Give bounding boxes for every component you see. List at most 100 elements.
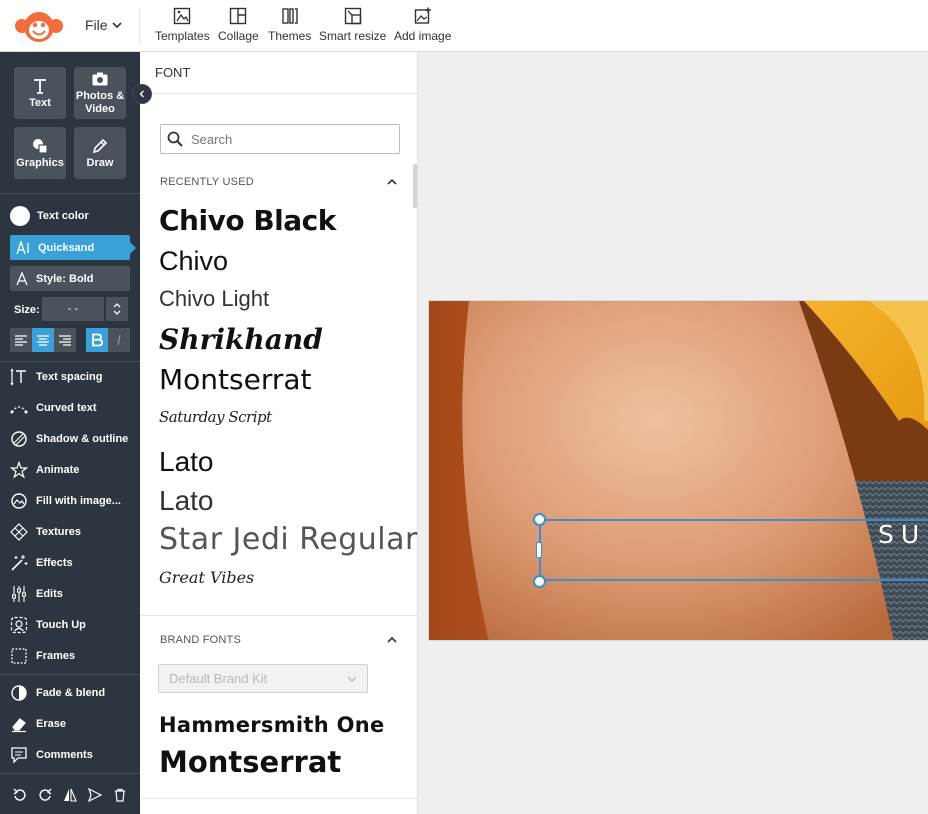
font-style-label: Style: Bold [36,272,94,285]
text-spacing-icon [10,368,26,386]
font-option-chivo-light[interactable]: Chivo Light [159,288,269,310]
add-image-button[interactable]: Add image [394,7,451,43]
font-option-chivo-black[interactable]: Chivo Black [159,207,336,235]
animate-label: Animate [36,464,80,476]
comments-button[interactable]: Comments [10,743,93,767]
trash-icon[interactable] [113,788,127,802]
effects-button[interactable]: Effects [10,551,73,575]
font-panel: FONT RECENTLY USED Chivo Black Chivo Chi… [140,52,418,814]
font-option-lato[interactable]: Lato [159,448,214,476]
draw-button[interactable]: Draw [74,127,126,179]
touch-up-icon [10,616,28,634]
undo-icon[interactable] [13,788,27,802]
font-icon [16,240,29,254]
flip-icon[interactable] [63,788,77,802]
font-style-button[interactable]: Style: Bold [10,266,130,291]
photos-video-label: Photos & Video [75,90,125,115]
top-toolbar: File Templates Collage Themes Smart resi… [0,0,928,52]
font-option-shrikhand[interactable]: Shrikhand [159,326,323,354]
graphics-label: Graphics [16,156,64,169]
font-selector-button[interactable]: Quicksand [10,235,136,260]
add-image-label: Add image [394,29,452,43]
themes-button[interactable]: Themes [268,7,311,43]
resize-handle-top-left[interactable] [533,513,546,526]
templates-label: Templates [155,29,210,43]
erase-button[interactable]: Erase [10,712,66,736]
brand-fonts-heading: BRAND FONTS [160,634,242,646]
font-option-lato-light[interactable]: Lato [159,487,214,515]
smart-resize-button[interactable]: Smart resize [319,7,386,43]
frames-button[interactable]: Frames [10,644,75,668]
font-option-chivo[interactable]: Chivo [159,248,228,275]
curved-text-button[interactable]: Curved text [10,396,97,420]
size-stepper[interactable] [106,297,128,321]
fill-with-image-button[interactable]: Fill with image... [10,489,121,513]
animate-button[interactable]: Animate [10,458,79,482]
font-option-star-jedi[interactable]: Star Jedi Regular [159,525,418,555]
font-option-hammersmith-one[interactable]: Hammersmith One [159,715,385,736]
shadow-outline-button[interactable]: Shadow & outline [10,427,128,451]
redo-icon[interactable] [38,788,52,802]
italic-button[interactable] [108,328,130,352]
chevron-up-icon[interactable] [386,634,398,646]
font-option-great-vibes[interactable]: Great Vibes [159,570,254,586]
draw-icon [92,138,108,153]
font-option-montserrat-brand[interactable]: Montserrat [159,748,341,777]
bold-icon [92,333,103,347]
collapse-panel-button[interactable] [132,84,152,104]
frames-label: Frames [36,650,76,662]
animate-icon [10,461,28,479]
fade-blend-button[interactable]: Fade & blend [10,681,105,705]
align-left-button[interactable] [10,328,32,352]
panel-divider [140,798,418,799]
templates-button[interactable]: Templates [155,7,210,43]
collage-button[interactable]: Collage [218,7,259,43]
left-sidebar: Text Photos & Video Graphics Draw Text c… [0,52,140,814]
text-tool-label: Text [29,96,51,109]
file-menu-label: File [85,17,108,33]
canvas-text-layer[interactable]: SU [878,520,926,549]
font-option-montserrat[interactable]: Montserrat [159,366,312,394]
photos-video-button[interactable]: Photos & Video [74,67,126,119]
themes-icon [281,8,298,24]
panel-divider [140,615,418,616]
curved-text-icon [10,406,28,414]
smart-resize-label: Smart resize [319,29,387,43]
touch-up-button[interactable]: Touch Up [10,613,86,637]
shadow-outline-icon [11,431,27,447]
resize-handle-bottom-left[interactable] [533,575,546,588]
brand-kit-select[interactable]: Default Brand Kit [158,664,368,693]
selected-text-box[interactable] [539,519,928,581]
panel-scrollbar[interactable] [413,164,417,208]
chevron-up-icon[interactable] [386,176,398,188]
fill-with-image-label: Fill with image... [36,495,121,507]
stepper-arrows-icon [113,303,121,315]
send-icon[interactable] [88,788,102,802]
text-color-button[interactable]: Text color [10,204,89,228]
font-search-input[interactable] [189,130,393,148]
bold-button[interactable] [86,328,108,352]
shadow-outline-label: Shadow & outline [36,433,129,445]
picmonkey-logo-icon[interactable] [14,10,64,44]
photo-artwork [429,301,928,640]
collage-icon [230,7,247,25]
font-search-box[interactable] [160,124,400,154]
design-image[interactable] [428,300,928,641]
toolbar-divider [139,8,140,44]
size-input[interactable] [42,297,104,321]
textures-button[interactable]: Textures [10,520,81,544]
align-right-button[interactable] [54,328,76,352]
text-spacing-button[interactable]: Text spacing [10,365,102,389]
text-tool-button[interactable]: Text [14,67,66,119]
align-center-icon [37,335,49,346]
graphics-button[interactable]: Graphics [14,127,66,179]
edits-button[interactable]: Edits [10,582,63,606]
align-center-button[interactable] [32,328,54,352]
recently-used-heading: RECENTLY USED [160,176,254,188]
size-label: Size: [14,304,40,316]
smart-resize-icon [344,7,361,25]
font-option-saturday-script[interactable]: Saturday Script [159,410,272,425]
file-menu[interactable]: File [85,17,122,33]
themes-label: Themes [268,29,312,43]
resize-handle-left[interactable] [536,542,542,558]
